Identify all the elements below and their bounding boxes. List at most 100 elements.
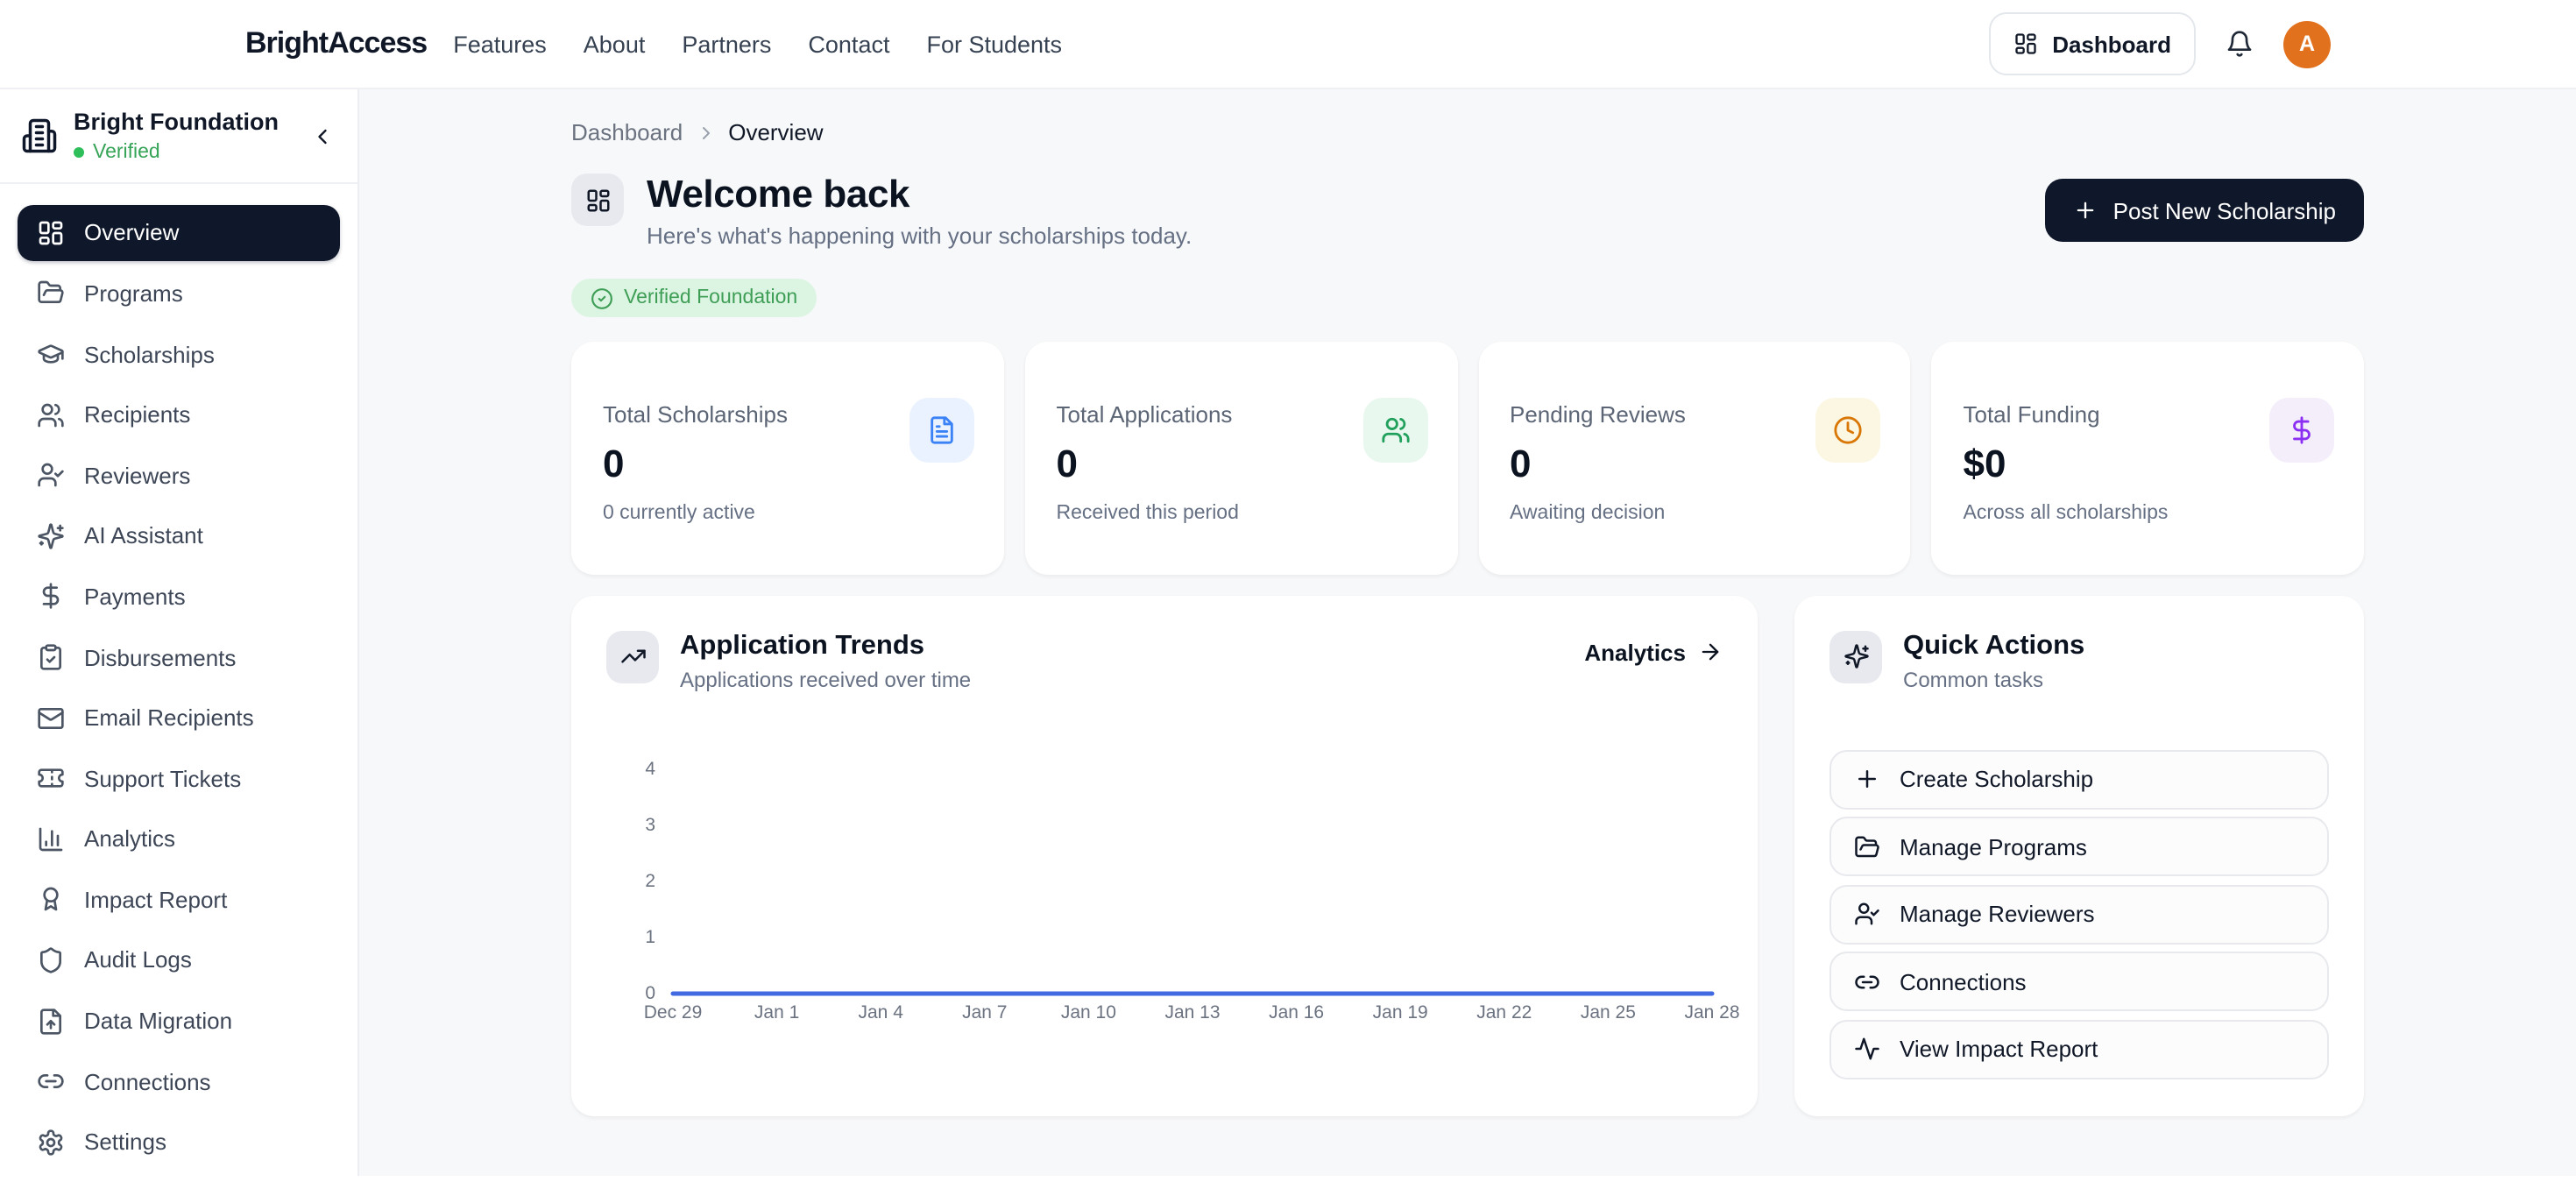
analytics-link[interactable]: Analytics [1584,639,1723,665]
sidebar-nav: Overview Programs Scholarships Recipients Re… [0,184,357,1196]
sidebar-item-audit-logs[interactable]: Audit Logs [18,932,340,988]
sidebar-item-recipients[interactable]: Recipients [18,386,340,442]
nav-link-contact[interactable]: Contact [808,31,889,57]
org-name: Bright Foundation [74,110,279,137]
x-axis-tick: Jan 4 [859,1001,903,1023]
breadcrumb-overview[interactable]: Overview [728,119,823,145]
nav-link-about[interactable]: About [584,31,646,57]
sidebar-item-label: Impact Report [84,887,227,913]
trends-card-header: Application Trends Applications received… [606,630,1723,691]
nav-link-partners[interactable]: Partners [682,31,771,57]
sidebar-item-scholarships[interactable]: Scholarships [18,326,340,382]
analytics-link-label: Analytics [1584,639,1686,665]
mail-icon [37,704,65,732]
sidebar-item-label: Payments [84,584,186,610]
stat-cards: Total Scholarships00 currently activeTot… [571,341,2364,574]
breadcrumb-dashboard[interactable]: Dashboard [571,119,683,145]
org-verified-status: Verified [74,142,279,163]
avatar[interactable]: A [2283,20,2331,67]
plus-icon [1854,766,1880,792]
user-check-icon [1854,901,1880,927]
app-window: BrightAccess Features About Partners Contac… [0,0,2576,1176]
sidebar-item-label: Programs [84,280,183,307]
brand-logo[interactable]: BrightAccess [245,26,427,61]
sidebar-item-payments[interactable]: Payments [18,569,340,625]
post-new-scholarship-button[interactable]: Post New Scholarship [2045,179,2364,242]
chart-plot-area: Dec 29Jan 1Jan 4Jan 7Jan 10Jan 13Jan 16J… [673,768,1712,993]
sidebar-item-label: Overview [84,220,179,246]
topbar-right-group: Dashboard A [1989,12,2331,75]
main-area: Dashboard Overview Welcome back Here's w… [359,89,2576,1176]
dashboard-button[interactable]: Dashboard [1989,12,2196,75]
quick-action-label: Manage Reviewers [1900,901,2095,927]
chart-line-applications [673,768,1712,993]
lower-panels: Application Trends Applications received… [571,595,2364,1115]
sidebar-item-programs[interactable]: Programs [18,265,340,322]
trending-up-glyph [619,643,646,669]
sidebar-item-label: Settings [84,1129,166,1156]
breadcrumb: Dashboard Overview [571,119,2364,145]
application-trends-card: Application Trends Applications received… [571,595,1758,1115]
quick-action-manage-programs[interactable]: Manage Programs [1829,817,2329,876]
link-icon [1854,968,1880,994]
page-header: Welcome back Here's what's happening wit… [571,173,2364,249]
quick-action-connections[interactable]: Connections [1829,952,2329,1011]
quick-actions-header-text: Quick Actions Common tasks [1903,630,2084,691]
sidebar-item-label: Email Recipients [84,704,254,731]
building-icon [21,118,58,155]
sidebar-item-label: AI Assistant [84,523,203,549]
sidebar-item-label: Data Migration [84,1008,232,1034]
user-check-icon [37,461,65,489]
sidebar-item-impact-report[interactable]: Impact Report [18,872,340,928]
y-axis-tick: 3 [645,814,655,835]
x-axis-tick: Jan 28 [1684,1001,1739,1023]
sidebar-item-analytics[interactable]: Analytics [18,811,340,867]
quick-action-view-impact-report[interactable]: View Impact Report [1829,1019,2329,1079]
sidebar-item-label: Recipients [84,401,190,428]
activity-icon [1854,1036,1880,1062]
stat-card-total-scholarships: Total Scholarships00 currently active [571,341,1004,574]
sidebar-item-support-tickets[interactable]: Support Tickets [18,750,340,806]
sidebar-item-settings[interactable]: Settings [18,1115,340,1171]
y-axis-tick: 0 [645,982,655,1003]
chevron-left-icon[interactable] [310,124,335,149]
sidebar-item-label: Audit Logs [84,947,192,973]
sidebar-item-label: Analytics [84,826,175,853]
dollar-sign-icon [2269,397,2334,462]
quick-action-label: Connections [1900,968,2027,994]
sidebar-item-reviewers[interactable]: Reviewers [18,447,340,503]
x-axis-tick: Jan 25 [1581,1001,1636,1023]
sidebar-item-label: Connections [84,1068,211,1094]
sidebar-item-data-migration[interactable]: Data Migration [18,993,340,1049]
stat-sublabel: Across all scholarships [1964,502,2333,523]
sidebar-item-disbursements[interactable]: Disbursements [18,629,340,685]
sidebar-item-label: Reviewers [84,462,190,488]
quick-action-label: Manage Programs [1900,833,2087,860]
x-axis-tick: Jan 16 [1269,1001,1324,1023]
nav-link-for-students[interactable]: For Students [926,31,1062,57]
file-up-icon [37,1007,65,1035]
bell-icon[interactable] [2226,30,2254,58]
sidebar-item-label: Scholarships [84,341,215,367]
chevron-right-icon [695,122,716,143]
sidebar-item-overview[interactable]: Overview [18,205,340,261]
quick-action-label: Create Scholarship [1900,766,2093,792]
sparkles-icon [1829,630,1882,683]
verified-dot-icon [74,147,84,158]
ticket-icon [37,764,65,792]
nav-link-features[interactable]: Features [453,31,547,57]
top-navigation-bar: BrightAccess Features About Partners Contac… [0,0,2576,89]
sidebar-item-connections[interactable]: Connections [18,1053,340,1109]
x-axis-tick: Jan 19 [1373,1001,1428,1023]
sidebar-item-email-recipients[interactable]: Email Recipients [18,690,340,746]
sidebar-item-ai-assistant[interactable]: AI Assistant [18,508,340,564]
x-axis-tick: Jan 1 [754,1001,799,1023]
page-title: Welcome back [647,173,1192,214]
shield-icon [37,946,65,974]
main-content: Dashboard Overview Welcome back Here's w… [571,89,2364,1115]
quick-action-create-scholarship[interactable]: Create Scholarship [1829,749,2329,809]
layout-dashboard-icon [571,173,624,226]
stat-sublabel: Awaiting decision [1510,502,1879,523]
clipboard-check-icon [37,643,65,671]
quick-action-manage-reviewers[interactable]: Manage Reviewers [1829,884,2329,944]
